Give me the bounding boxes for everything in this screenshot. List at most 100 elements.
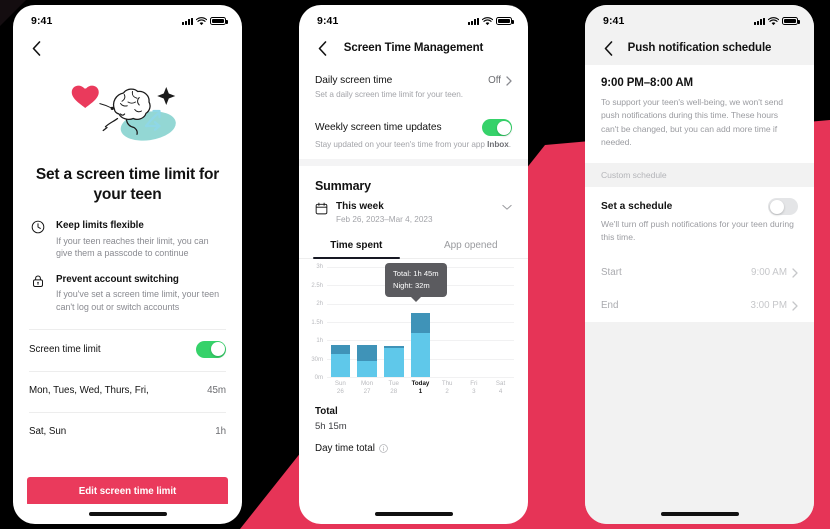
end-time-row[interactable]: End 3:00 PM <box>585 289 814 323</box>
chart-y-tick-label: 2.5h <box>311 282 323 289</box>
back-button[interactable] <box>311 37 333 59</box>
screen3-content: 9:00 PM–8:00 AM To support your teen's w… <box>585 65 814 504</box>
phone-screen-time-management: 9:41 Screen Time Management Daily screen… <box>299 5 528 524</box>
status-icons <box>468 16 514 26</box>
total-value: 5h 15m <box>315 420 347 432</box>
set-a-schedule-row[interactable]: Set a schedule <box>585 187 814 219</box>
day-time-total-label: Day time total <box>315 442 375 454</box>
status-bar: 9:41 <box>299 5 528 31</box>
calendar-icon <box>315 202 328 215</box>
week-selector-row[interactable]: This week Feb 26, 2023–Mar 4, 2023 <box>299 197 528 234</box>
feature-title: Keep limits flexible <box>56 220 144 232</box>
bar-segment-day <box>383 348 404 378</box>
phone-screen-set-limit: 9:41 Set a screen time limit for your te… <box>13 5 242 524</box>
weekly-updates-toggle[interactable] <box>482 119 512 137</box>
navigation-bar-2: Screen Time Management <box>299 31 528 65</box>
feature-description: If your teen reaches their limit, you ca… <box>56 235 209 259</box>
chart-gridline: 0m <box>315 375 514 381</box>
chart-x-label: Tue 28 <box>388 380 399 395</box>
chart-y-tick-label: 1.5h <box>311 319 323 326</box>
chart-bar-sun[interactable] <box>330 267 351 378</box>
summary-tabs: Time spent App opened <box>299 234 529 260</box>
status-icons <box>754 16 800 26</box>
chart-bar-fri[interactable] <box>464 267 484 377</box>
weekday-limit-value: 45m <box>207 385 226 397</box>
edit-screen-time-limit-button[interactable]: Edit screen time limit <box>27 476 228 504</box>
tab-app-opened[interactable]: App opened <box>414 234 529 258</box>
action-buttons: Edit screen time limit Show passcode <box>13 469 242 504</box>
summary-heading: Summary <box>315 179 371 194</box>
navigation-bar-3: Push notification schedule <box>585 31 814 65</box>
chart-x-label: Fri 3 <box>470 380 478 395</box>
screen-time-limit-toggle[interactable] <box>196 340 226 358</box>
chart-x-label: Sat 4 <box>495 380 506 395</box>
weekday-limit-row[interactable]: Mon, Tues, Wed, Thurs, Fri, 45m <box>13 372 242 410</box>
daily-screen-time-value: Off <box>488 75 501 86</box>
end-value: 3:00 PM <box>750 300 788 312</box>
chart-x-label: Thu 2 <box>441 380 453 395</box>
running-brain-with-heart-balloon-illustration <box>71 85 176 141</box>
bar-segment-night <box>330 344 351 354</box>
daily-screen-time-row[interactable]: Daily screen time Off Set a daily screen… <box>299 65 528 109</box>
back-button[interactable] <box>25 37 47 59</box>
screen-time-limit-label: Screen time limit <box>29 343 101 355</box>
home-indicator <box>299 504 528 524</box>
section-separator <box>299 159 528 167</box>
battery-icon <box>496 17 514 25</box>
weekly-updates-sub: Stay updated on your teen's time from yo… <box>315 140 511 150</box>
start-time-row[interactable]: Start 9:00 AM <box>585 256 814 290</box>
quiet-hours-card: 9:00 PM–8:00 AM To support your teen's w… <box>585 65 814 164</box>
chart-y-tick-label: 30m <box>311 356 323 363</box>
set-a-schedule-toggle[interactable] <box>768 198 798 216</box>
navigation-bar-1 <box>13 31 242 65</box>
empty-area <box>585 322 814 504</box>
bar-segment-night <box>410 312 431 333</box>
start-label: Start <box>601 267 622 279</box>
status-bar: 9:41 <box>13 5 242 31</box>
chart-bar-mon[interactable] <box>357 267 377 378</box>
total-block: Total 5h 15m <box>299 396 528 432</box>
screenshot-stage: 9:41 Set a screen time limit for your te… <box>0 0 830 529</box>
chart-y-tick-label: 2h <box>316 301 323 308</box>
page-title: Screen Time Management <box>343 42 484 54</box>
chevron-left-icon <box>604 40 612 56</box>
chevron-left-icon <box>32 40 40 56</box>
weekend-limit-label: Sat, Sun <box>29 426 67 438</box>
status-time: 9:41 <box>31 15 53 27</box>
phone-screen-push-notification-schedule: 9:41 Push notification schedule 9:00 PM–… <box>585 5 814 524</box>
cellular-signal-icon <box>182 17 193 25</box>
back-button[interactable] <box>597 37 619 59</box>
home-indicator <box>585 504 814 524</box>
status-time: 9:41 <box>603 15 625 27</box>
tab-time-spent[interactable]: Time spent <box>299 234 414 260</box>
chart-bar-sat[interactable] <box>491 267 511 377</box>
tooltip-total: Total: 1h 45m <box>393 269 439 279</box>
feature-description: If you've set a screen time limit, your … <box>56 289 220 313</box>
wifi-icon <box>768 16 779 25</box>
set-a-schedule-description: We'll turn off push notifications for yo… <box>585 218 814 257</box>
time-spent-chart: Total: 1h 45m Night: 32m 3h 2.5h 2h 1.5h 1h 3… <box>299 259 528 396</box>
screen2-content: Daily screen time Off Set a daily screen… <box>299 65 528 504</box>
chart-x-label: Mon 27 <box>361 380 374 395</box>
hero-illustration-container <box>13 65 242 159</box>
feature-title: Prevent account switching <box>56 274 179 286</box>
chart-y-tick-label: 1h <box>316 338 323 345</box>
weekly-updates-row[interactable]: Weekly screen time updates Stay updated … <box>299 109 528 159</box>
wifi-icon <box>482 16 493 25</box>
lock-icon <box>31 273 47 314</box>
screen-time-limit-row[interactable]: Screen time limit <box>13 330 242 369</box>
weekend-limit-row[interactable]: Sat, Sun 1h <box>13 413 242 451</box>
day-time-total-row: Day time total <box>299 432 528 454</box>
screen1-content: Set a screen time limit for your teen Ke… <box>13 65 242 504</box>
clock-icon <box>31 219 47 260</box>
page-title: Push notification schedule <box>627 42 772 54</box>
tooltip-night: Night: 32m <box>393 280 430 290</box>
bar-segment-day <box>357 360 377 378</box>
bar-segment-night <box>357 344 377 361</box>
status-bar: 9:41 <box>585 5 814 31</box>
custom-schedule-section-label: Custom schedule <box>585 163 814 188</box>
chevron-down-icon[interactable] <box>502 204 512 211</box>
chevron-right-icon <box>792 300 798 311</box>
info-icon[interactable] <box>379 443 388 453</box>
week-title: This week <box>336 201 384 213</box>
